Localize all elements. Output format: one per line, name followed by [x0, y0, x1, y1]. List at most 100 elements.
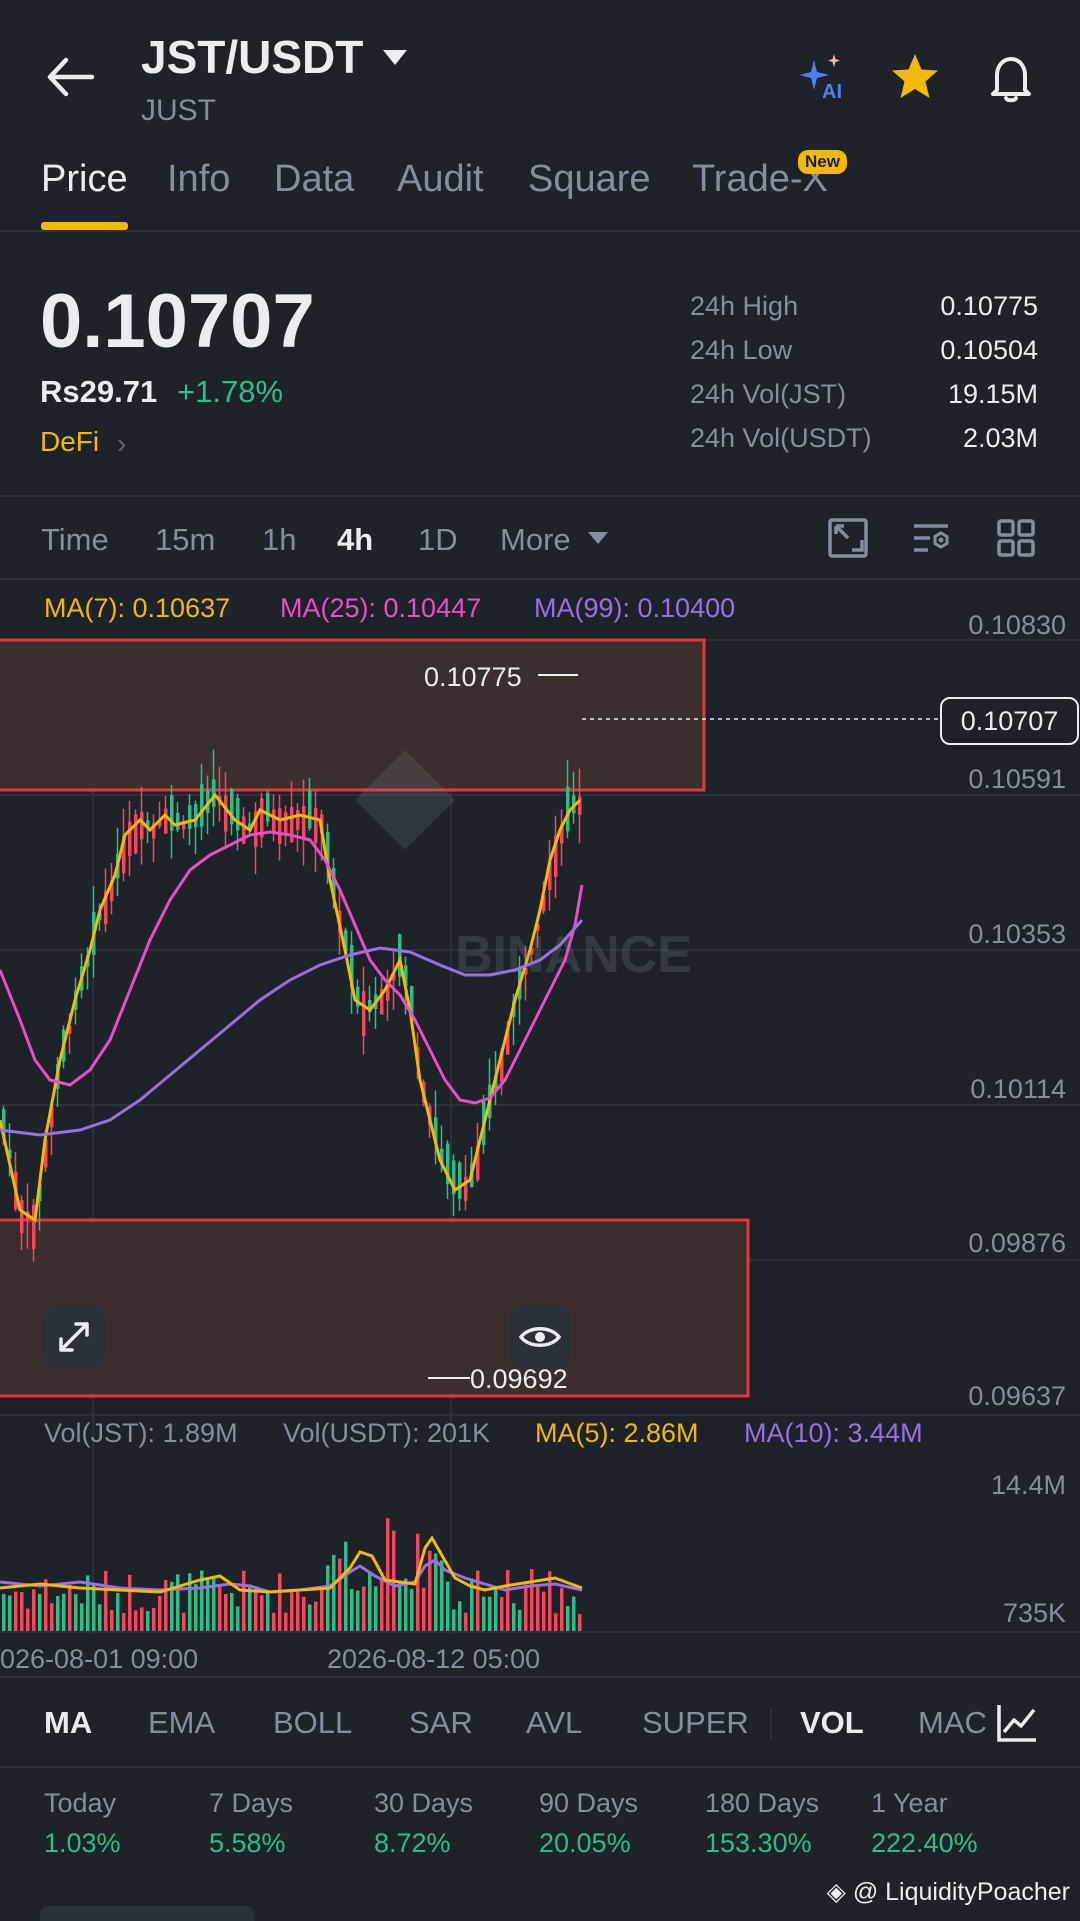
candle-body — [308, 790, 312, 829]
chevron-right-icon[interactable]: › — [117, 428, 126, 460]
back-arrow-icon[interactable] — [42, 52, 98, 102]
expand-chart-button[interactable] — [43, 1306, 105, 1368]
volume-bar — [296, 1591, 300, 1632]
timeframe-15m[interactable]: 15m — [155, 522, 215, 558]
candle-body — [200, 784, 204, 827]
volume-bar — [476, 1570, 480, 1632]
stat-value: 0.10775 — [940, 291, 1038, 321]
bell-icon[interactable] — [983, 50, 1039, 106]
price-axis-label: 0.09876 — [968, 1228, 1066, 1258]
stat-value: 0.10504 — [940, 335, 1038, 365]
candle-body — [140, 811, 144, 840]
volume-bar — [386, 1518, 390, 1632]
volume-bar — [176, 1574, 180, 1632]
chart-settings-icon[interactable] — [910, 516, 954, 560]
volume-bar — [254, 1587, 258, 1632]
divider — [0, 495, 1080, 497]
candle-body — [314, 808, 318, 843]
indicator-super[interactable]: SUPER — [642, 1705, 749, 1741]
stat-label: 24h Low — [690, 335, 793, 365]
volume-bar — [458, 1601, 462, 1632]
timeframe-4h[interactable]: 4h — [337, 522, 373, 558]
volume-bar — [404, 1578, 408, 1632]
volume-bar — [116, 1592, 120, 1632]
candle-body — [266, 792, 270, 822]
indicator-boll[interactable]: BOLL — [273, 1705, 352, 1741]
ai-sparkle-icon[interactable]: AI — [796, 50, 852, 106]
candle-body — [272, 809, 276, 832]
volume-bar — [44, 1579, 48, 1632]
pair-dropdown-icon[interactable] — [383, 50, 407, 65]
fullscreen-chart-icon[interactable] — [826, 516, 870, 560]
more-dropdown-icon[interactable] — [588, 532, 608, 544]
perf-value: 8.72% — [374, 1828, 451, 1858]
stat-label: 24h High — [690, 291, 799, 321]
candle-body — [164, 808, 168, 834]
timeframe-more[interactable]: More — [500, 522, 571, 558]
volume-bar — [314, 1601, 318, 1632]
high-label: 0.10775 — [424, 662, 522, 692]
volume-bar — [140, 1607, 144, 1632]
perf-label: 1 Year — [871, 1788, 948, 1818]
vol-jst-legend: Vol(JST): 1.89M — [44, 1418, 238, 1448]
indicator-settings-icon[interactable] — [994, 1700, 1040, 1746]
volume-bar — [338, 1558, 342, 1632]
ma7-line — [0, 792, 582, 1223]
volume-bar — [500, 1596, 504, 1632]
volume-bar — [494, 1587, 498, 1632]
price-axis-label: 0.10353 — [968, 919, 1066, 949]
perf-value: 222.40% — [871, 1828, 978, 1858]
volume-bar — [536, 1586, 540, 1632]
toggle-visibility-button[interactable] — [509, 1306, 571, 1368]
indicator-vol[interactable]: VOL — [800, 1705, 864, 1741]
pair-title[interactable]: JST/USDT — [141, 30, 363, 84]
stat-label: 24h Vol(JST) — [690, 379, 847, 409]
volume-bar — [362, 1586, 366, 1632]
timeframe-time[interactable]: Time — [41, 522, 109, 558]
new-badge: New — [798, 150, 847, 174]
price-axis-label: 0.10114 — [970, 1074, 1066, 1104]
volume-bar — [464, 1612, 468, 1632]
candle-body — [458, 1162, 462, 1199]
candle-body — [236, 798, 240, 831]
volume-bar — [320, 1586, 324, 1632]
category-tag[interactable]: DeFi — [40, 426, 99, 458]
candle-body — [224, 795, 228, 832]
volume-bar — [572, 1596, 576, 1632]
volume-bar — [158, 1595, 162, 1632]
volume-bar — [566, 1606, 570, 1632]
candle-body — [188, 805, 192, 829]
timeframe-1h[interactable]: 1h — [262, 522, 296, 558]
volume-bar — [104, 1570, 108, 1632]
indicator-sar[interactable]: SAR — [409, 1705, 473, 1741]
indicator-ema[interactable]: EMA — [148, 1705, 215, 1741]
watermark-text: BINANCE — [455, 926, 692, 984]
tab-audit[interactable]: Audit — [397, 158, 484, 201]
binance-logo-icon: ◈ — [826, 1878, 846, 1906]
divider — [0, 1676, 1080, 1678]
volume-bar — [332, 1554, 336, 1632]
indicator-avl[interactable]: AVL — [526, 1705, 582, 1741]
volume-bar — [182, 1612, 186, 1632]
indicator-ma[interactable]: MA — [44, 1705, 92, 1741]
candle-body — [176, 813, 180, 830]
volume-bar — [554, 1613, 558, 1632]
bottom-sheet-handle — [40, 1906, 254, 1921]
favorite-star-icon[interactable] — [887, 50, 943, 106]
volume-bar — [350, 1588, 354, 1632]
tab-price[interactable]: Price — [41, 158, 128, 201]
timeframe-1d[interactable]: 1D — [418, 522, 458, 558]
tab-data[interactable]: Data — [274, 158, 354, 201]
volume-bar — [512, 1603, 516, 1632]
perf-label: 7 Days — [209, 1788, 294, 1818]
candle-body — [284, 812, 288, 835]
volume-bar — [290, 1589, 294, 1632]
volume-bar — [422, 1587, 426, 1632]
perf-label: 90 Days — [539, 1788, 639, 1818]
tab-info[interactable]: Info — [167, 158, 230, 201]
volume-bar — [128, 1574, 132, 1632]
indicator-macd[interactable]: MAC — [918, 1705, 987, 1741]
volume-bar — [440, 1560, 444, 1632]
tab-square[interactable]: Square — [528, 158, 651, 201]
grid-layout-icon[interactable] — [994, 516, 1038, 560]
